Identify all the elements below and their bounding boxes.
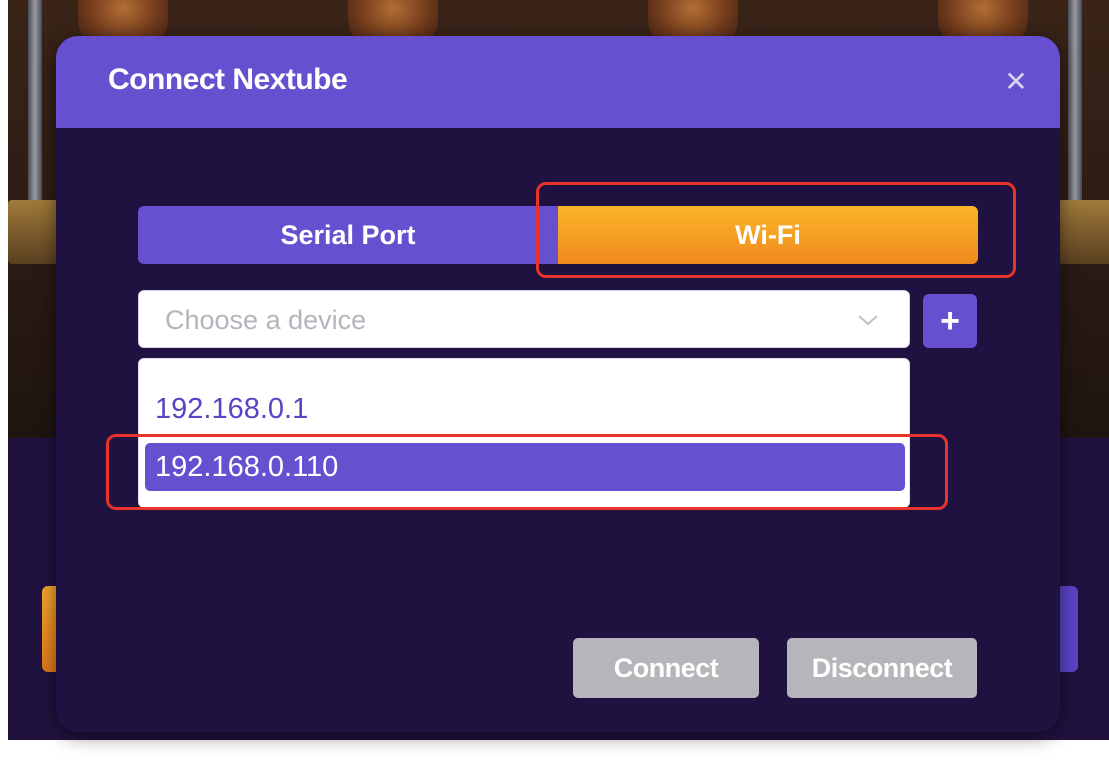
connect-button[interactable]: Connect — [573, 638, 759, 698]
close-icon[interactable]: ✕ — [1000, 66, 1032, 98]
dialog-header: Connect Nextube ✕ — [56, 36, 1060, 128]
device-select[interactable]: Choose a device — [138, 290, 910, 348]
device-option[interactable]: 192.168.0.1 — [145, 385, 905, 433]
add-device-button[interactable]: + — [923, 294, 977, 348]
tab-wifi-label: Wi-Fi — [735, 219, 801, 250]
tube-base — [1058, 200, 1109, 264]
device-option-selected[interactable]: 192.168.0.110 — [145, 443, 905, 491]
tab-serial-port[interactable]: Serial Port — [138, 206, 558, 264]
tab-serial-port-label: Serial Port — [280, 219, 416, 250]
device-select-placeholder: Choose a device — [165, 305, 367, 335]
tab-wifi[interactable]: Wi-Fi — [558, 206, 978, 264]
chevron-down-icon — [858, 315, 878, 326]
disconnect-button[interactable]: Disconnect — [787, 638, 977, 698]
plus-icon: + — [940, 301, 960, 340]
device-dropdown-list: 192.168.0.1 192.168.0.110 — [138, 358, 910, 508]
dialog-title: Connect Nextube — [108, 63, 348, 96]
connect-dialog: Connect Nextube ✕ Serial Port Wi-Fi Choo… — [56, 36, 1060, 732]
